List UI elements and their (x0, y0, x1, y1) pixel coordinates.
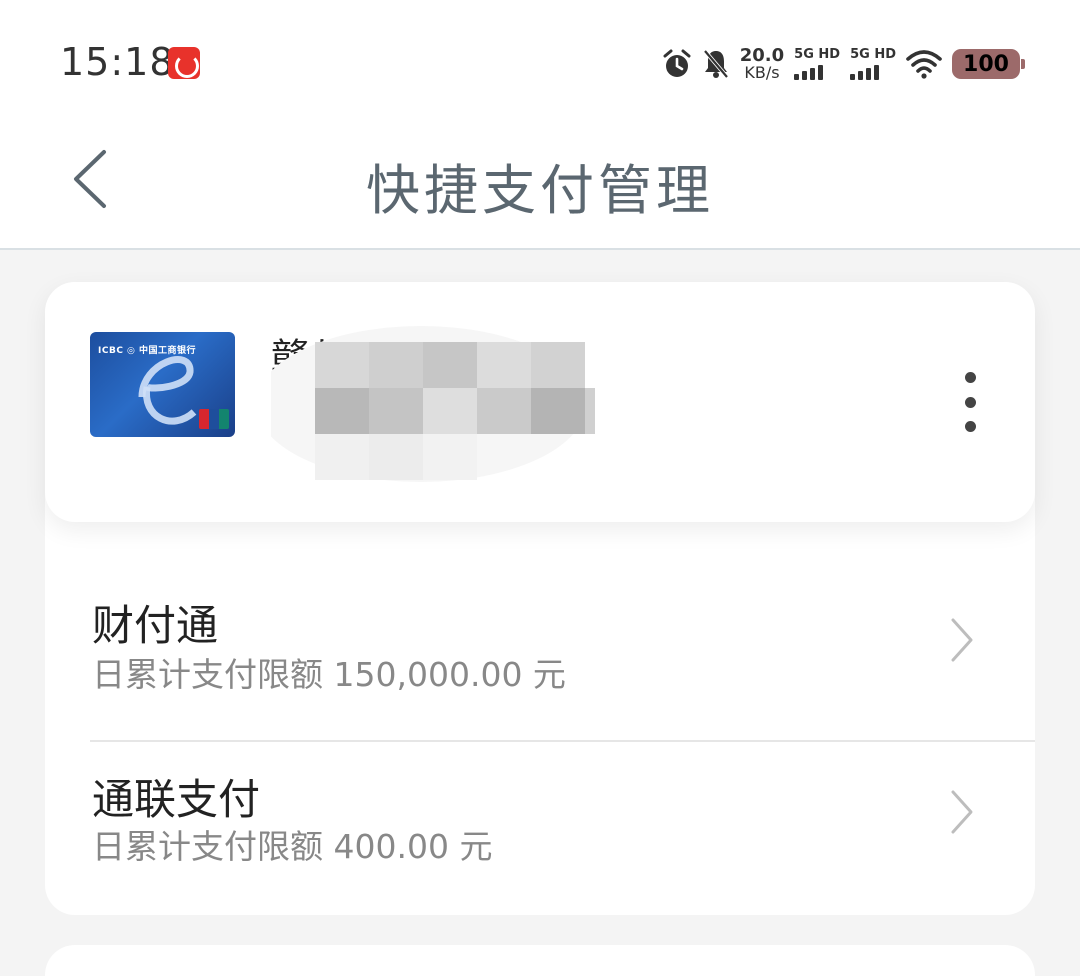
network-speed: 20.0 KB/s (739, 45, 785, 82)
alarm-clock-icon (663, 49, 691, 77)
divider (90, 740, 1035, 742)
bell-off-icon (703, 49, 729, 79)
channel-name: 财付通 (92, 601, 219, 650)
channel-name: 通联支付 (92, 775, 261, 824)
status-icons: 20.0 KB/s 5G HD 5G HD 100 (662, 44, 1025, 84)
battery-level: 100 (963, 51, 1009, 77)
network-speed-unit: KB/s (744, 63, 780, 82)
icbc-e-logo-icon (138, 356, 197, 425)
dot-icon (964, 421, 976, 432)
payment-channel-allinpay[interactable]: 通联支付 日累计支付限额 400.00 元 (45, 744, 1035, 914)
bank-card-image: ICBC ◎ 中国工商银行 (90, 332, 235, 437)
signal-icon (794, 64, 824, 80)
unionpay-logo (199, 409, 229, 429)
more-options-button[interactable] (955, 372, 985, 432)
redacted-card-info (271, 326, 595, 482)
status-time: 15:18 (60, 40, 175, 84)
sim1-label: 5G HD (794, 47, 841, 62)
channel-limit: 日累计支付限额 400.00 元 (92, 827, 493, 866)
network-speed-value: 20.0 (739, 45, 785, 66)
sim2-label: 5G HD (850, 47, 896, 62)
nav-header: 快捷支付管理 (0, 120, 1080, 250)
signal-icon (850, 64, 880, 80)
chevron-right-icon (951, 790, 973, 834)
quick-pay-card-panel: ICBC ◎ 中国工商银行 赣州 借记 (45, 282, 1035, 915)
sim1-signal: 5G HD (794, 48, 840, 80)
chevron-right-icon (951, 618, 973, 662)
wifi-icon (906, 50, 942, 79)
page-title: 快捷支付管理 (366, 159, 714, 222)
channel-limit: 日累计支付限额 150,000.00 元 (92, 655, 566, 694)
dot-icon (964, 372, 976, 383)
dot-icon (964, 396, 976, 408)
next-card-panel (45, 945, 1035, 976)
netease-music-icon (168, 47, 200, 79)
payment-channel-tenpay[interactable]: 财付通 日累计支付限额 150,000.00 元 (45, 570, 1035, 740)
sim2-signal: 5G HD (850, 48, 896, 80)
status-bar: 15:18 20.0 KB/s 5G HD 5G HD 100 (0, 0, 1080, 120)
bank-card-header: ICBC ◎ 中国工商银行 赣州 借记 (45, 282, 1035, 522)
battery-icon: 100 (952, 49, 1025, 79)
